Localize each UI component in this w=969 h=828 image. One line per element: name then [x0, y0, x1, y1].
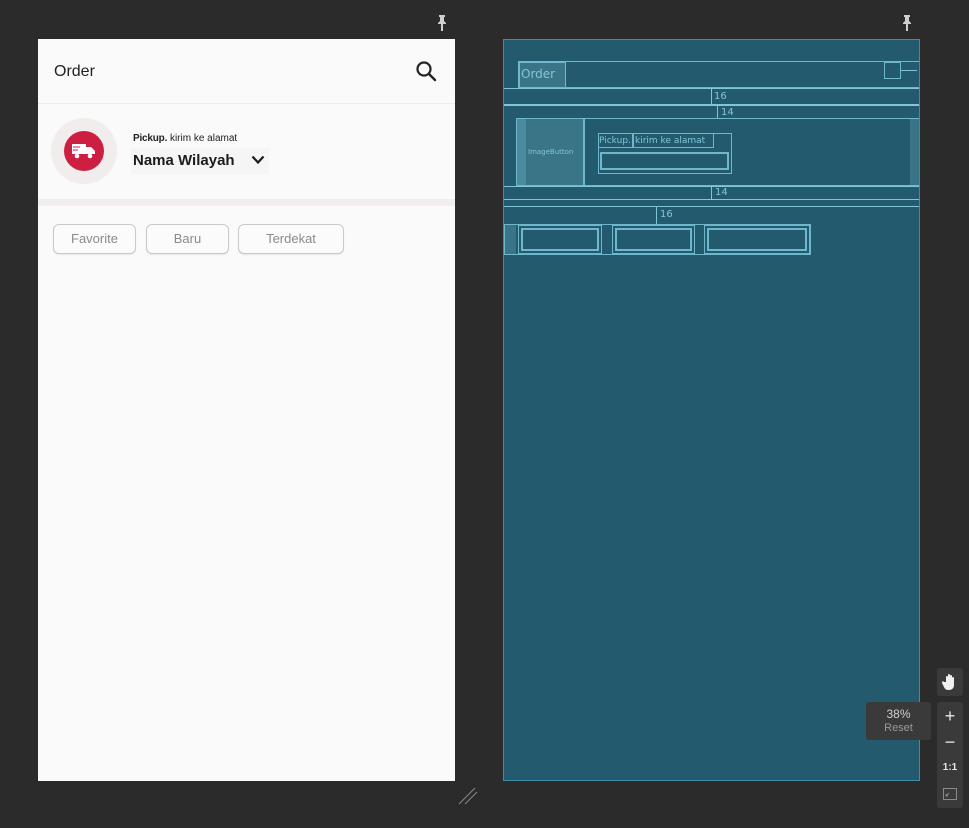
bp-margin-line [711, 89, 712, 104]
bp-padding [517, 119, 526, 185]
bp-margin-16-chips: 16 [660, 209, 673, 220]
region-name: Nama Wilayah [133, 152, 235, 169]
bp-arrow [901, 70, 917, 71]
pin-icon[interactable] [437, 15, 447, 31]
region-selector[interactable]: Nama Wilayah [131, 148, 269, 174]
zoom-one-to-one[interactable]: 1:1 [937, 762, 963, 773]
pickup-bold-label: Pickup. [133, 133, 168, 144]
toolbar-title: Order [54, 63, 95, 80]
chip-terdekat[interactable]: Terdekat [238, 224, 344, 254]
bp-chip-padding [505, 225, 516, 254]
bp-margin-14-bottom: 14 [715, 187, 728, 198]
bp-pickup-label: Pickup. [599, 136, 631, 146]
bp-rule [504, 104, 919, 106]
design-preview: Order Pickup. kirim ke alamat Nama Wilay… [38, 39, 455, 781]
pan-button[interactable] [937, 668, 963, 696]
chip-baru[interactable]: Baru [146, 224, 229, 254]
blueprint-preview: Order 16 14 ImageButton Pickup. kirim ke… [503, 39, 920, 781]
bp-image-button-label: ImageButton [528, 148, 574, 156]
bp-rule [504, 186, 919, 187]
minus-icon[interactable]: − [937, 732, 963, 752]
fit-screen-icon[interactable] [943, 788, 957, 800]
bp-search-box [884, 62, 901, 79]
bp-chip-inner [707, 228, 807, 251]
bp-padding-right [910, 119, 919, 185]
bp-chip-inner [521, 228, 599, 251]
bp-toolbar[interactable] [518, 61, 919, 88]
section-divider [38, 199, 455, 206]
zoom-reset[interactable]: Reset [866, 722, 931, 734]
bp-margin-line [656, 207, 657, 224]
pin-icon[interactable] [902, 15, 912, 31]
zoom-controls: + − 1:1 [937, 702, 963, 808]
bp-margin-line [711, 186, 712, 200]
truck-icon [72, 144, 95, 159]
plus-icon[interactable]: + [937, 706, 963, 726]
chip-favorite[interactable]: Favorite [53, 224, 136, 254]
pickup-label: Pickup. kirim ke alamat [133, 133, 237, 144]
bp-rule [504, 206, 919, 207]
zoom-indicator[interactable]: 38% Reset [866, 702, 931, 740]
bp-toolbar-title: Order [521, 67, 556, 81]
resize-handle-icon[interactable] [457, 786, 479, 806]
bp-chip-inner [615, 228, 692, 251]
bp-margin-14-top: 14 [721, 107, 734, 118]
zoom-level: 38% [886, 707, 911, 721]
bp-rule [504, 88, 919, 89]
bp-kirim-label: kirim ke alamat [635, 136, 706, 146]
bp-edge [583, 119, 585, 185]
delivery-image-button[interactable] [51, 118, 117, 184]
bp-region-box [600, 152, 729, 170]
toolbar: Order [38, 39, 455, 104]
bp-margin-16-top: 16 [714, 91, 727, 102]
bp-rule [504, 199, 919, 200]
pickup-rest-label: kirim ke alamat [169, 133, 238, 144]
hand-icon [941, 674, 954, 690]
pickup-section: Pickup. kirim ke alamat Nama Wilayah [38, 104, 455, 199]
truck-avatar [64, 131, 104, 171]
search-icon[interactable] [415, 60, 437, 82]
chevron-down-icon [251, 155, 265, 165]
